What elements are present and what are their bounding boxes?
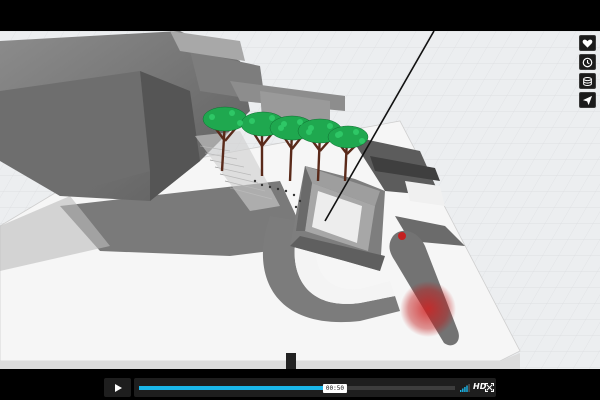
progress-track[interactable]: 00:50 <box>139 384 455 393</box>
heart-icon <box>582 39 593 48</box>
architecture-3d-scene <box>0 31 600 369</box>
video-player[interactable]: 00:50 HD <box>0 0 600 400</box>
fullscreen-icon[interactable] <box>485 383 494 392</box>
play-icon <box>114 383 122 392</box>
progress-fill <box>139 386 335 390</box>
timecode-tooltip: 00:50 <box>322 384 347 393</box>
volume-icon[interactable] <box>460 383 470 392</box>
watch-later-button[interactable] <box>579 54 596 70</box>
side-controls <box>579 35 596 108</box>
paper-plane-icon <box>582 95 593 105</box>
play-button[interactable] <box>104 378 131 397</box>
like-button[interactable] <box>579 35 596 51</box>
collections-button[interactable] <box>579 73 596 89</box>
video-frame[interactable] <box>0 31 600 369</box>
timeline[interactable]: 00:50 HD <box>134 378 496 397</box>
stack-icon <box>583 76 592 86</box>
clock-icon <box>582 57 593 67</box>
share-button[interactable] <box>579 92 596 108</box>
